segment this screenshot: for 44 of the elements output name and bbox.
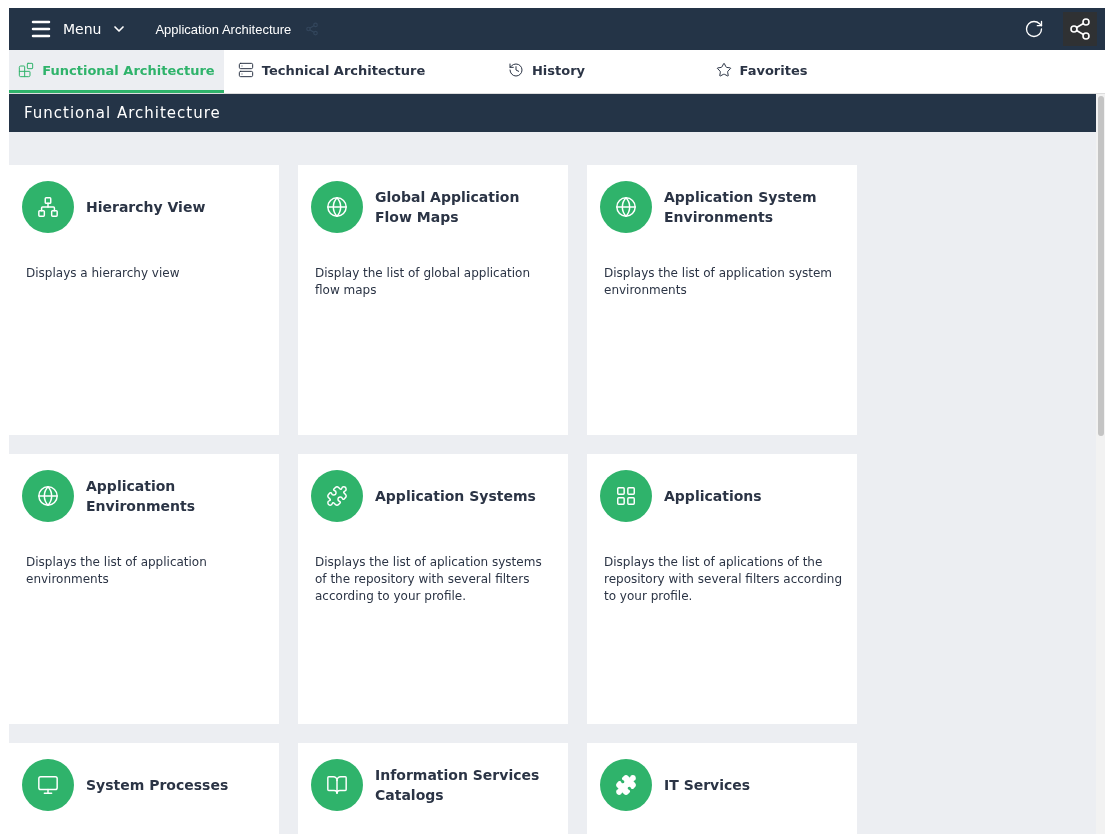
card-description: Displays the list of aplication systems of the repository with several filters according to your profile. xyxy=(314,554,543,605)
card[interactable]: Application Systems Displays the list of aplication systems of the repository with several filters according to your profile. xyxy=(298,454,568,724)
card-description: Displays the list of application system environments xyxy=(603,265,834,299)
card-description: Displays a hierarchy view xyxy=(25,265,181,282)
card[interactable]: Application Environments Displays the list of application environments xyxy=(9,454,279,724)
card-title: Global Application Flow Maps xyxy=(375,188,521,227)
card-title: Application Environments xyxy=(86,477,197,516)
section-header: Functional Architecture xyxy=(9,94,1096,132)
card-title: Information Services Catalogs xyxy=(375,766,541,805)
card-title: System Processes xyxy=(86,776,229,795)
card-description: Display the list of global application flow maps xyxy=(314,265,531,299)
star-icon xyxy=(715,62,732,78)
card-title: Application Systems xyxy=(375,487,536,506)
card[interactable]: IT Services xyxy=(587,743,857,834)
globe-icon xyxy=(37,485,59,507)
nodes-icon xyxy=(1068,17,1092,41)
puzzle-icon xyxy=(326,485,348,507)
blocks-icon xyxy=(18,62,35,78)
monitor-icon xyxy=(37,774,59,796)
card[interactable]: Applications Displays the list of aplications of the repository with several filters according to your profile. xyxy=(587,454,857,724)
card[interactable]: System Processes xyxy=(9,743,279,834)
card-title: Application System Environments xyxy=(664,188,818,227)
globe-icon xyxy=(615,196,637,218)
history-icon xyxy=(507,62,524,78)
scrollbar-thumb[interactable] xyxy=(1097,96,1104,436)
refresh-icon xyxy=(1024,19,1044,39)
puzzle-icon xyxy=(615,774,637,796)
card-title: Hierarchy View xyxy=(86,198,206,217)
card[interactable]: Hierarchy View Displays a hierarchy view xyxy=(9,165,279,435)
hierarchy-icon xyxy=(37,196,59,218)
menu-button[interactable]: Menu xyxy=(29,17,128,41)
card[interactable]: Global Application Flow Maps Display the list of global application flow maps xyxy=(298,165,568,435)
book-icon xyxy=(326,774,348,796)
card[interactable]: Information Services Catalogs xyxy=(298,743,568,834)
card-description: Displays the list of aplications of the repository with several filters according to your profile. xyxy=(603,554,844,605)
globe-icon xyxy=(326,196,348,218)
grid-icon xyxy=(615,485,637,507)
network-button[interactable] xyxy=(1063,12,1097,46)
card-title: IT Services xyxy=(664,776,751,795)
card[interactable]: Application System Environments Displays the list of application system environments xyxy=(587,165,857,435)
card-title: Applications xyxy=(664,487,762,506)
breadcrumb: Application Architecture xyxy=(155,21,292,37)
card-description: Displays the list of application environments xyxy=(25,554,208,588)
server-icon xyxy=(237,62,254,78)
